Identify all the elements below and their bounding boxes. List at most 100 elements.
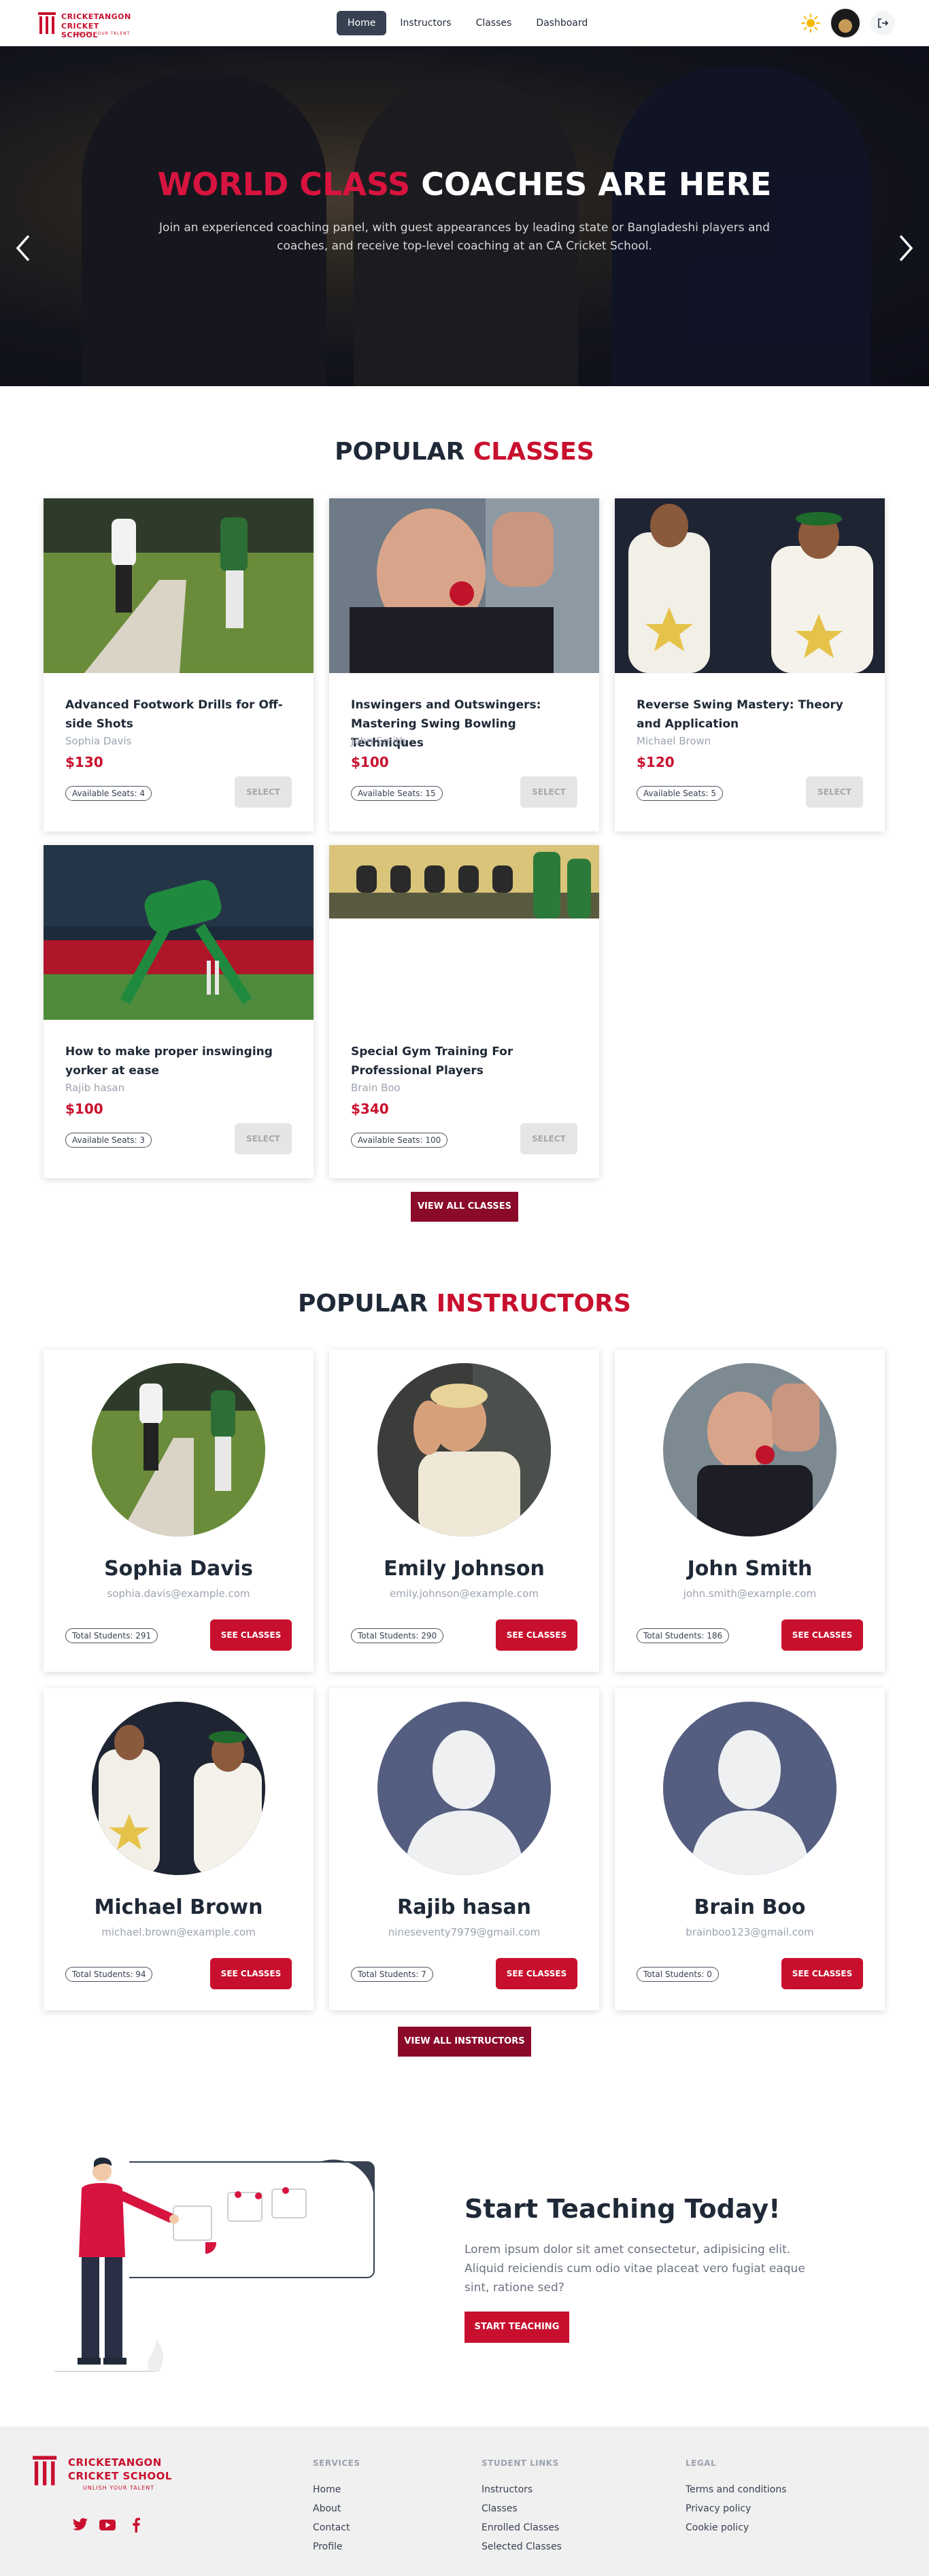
twitter-icon[interactable]: [72, 2518, 88, 2532]
see-classes-button[interactable]: SEE CLASSES: [781, 1958, 863, 1989]
instructor-card: John Smith john.smith@example.com Total …: [615, 1350, 885, 1672]
brand-name-line2: CRICKET SCHOOL: [61, 22, 99, 39]
instructor-card: Sophia Davis sophia.davis@example.com To…: [44, 1350, 314, 1672]
select-class-button[interactable]: SELECT: [520, 776, 577, 808]
chevron-left-icon[interactable]: [12, 233, 34, 263]
instructor-name: Sophia Davis: [104, 1557, 253, 1581]
class-price: $130: [65, 754, 103, 770]
youtube-icon[interactable]: [99, 2518, 116, 2532]
footer-link-home[interactable]: Home: [313, 2480, 360, 2499]
footer-link-about[interactable]: About: [313, 2499, 360, 2518]
teaching-illustration: [54, 2157, 375, 2372]
view-all-instructors-button[interactable]: VIEW ALL INSTRUCTORS: [398, 2027, 531, 2057]
brand-name-line1: CRICKETANGON: [61, 12, 131, 21]
class-card: Reverse Swing Mastery: Theory and Applic…: [615, 498, 885, 831]
class-image: [615, 498, 885, 673]
select-class-button[interactable]: SELECT: [235, 1123, 292, 1154]
instructor-card: Michael Brown michael.brown@example.com …: [44, 1688, 314, 2010]
footer-link-contact[interactable]: Contact: [313, 2518, 360, 2537]
class-instructor: Michael Brown: [637, 735, 711, 747]
brand-tagline: UNLISH YOUR TALENT: [73, 31, 131, 36]
footer-heading: STUDENT LINKS: [482, 2458, 559, 2468]
instructor-email: michael.brown@example.com: [101, 1926, 256, 1938]
footer-brand-logo[interactable]: CRICKETANGON CRICKET SCHOOL UNLISH YOUR …: [27, 2454, 190, 2494]
facebook-icon[interactable]: [128, 2518, 144, 2532]
footer-link-terms[interactable]: Terms and conditions: [686, 2480, 787, 2499]
instructor-card: Brain Boo brainboo123@gmail.com Total St…: [615, 1688, 885, 2010]
logout-button[interactable]: [871, 11, 895, 35]
nav-link-dashboard[interactable]: Dashboard: [525, 11, 598, 35]
footer-link-cookie[interactable]: Cookie policy: [686, 2518, 787, 2537]
class-instructor: John Smith: [351, 735, 407, 747]
footer: CRICKETANGON CRICKET SCHOOL UNLISH YOUR …: [0, 2426, 929, 2576]
logout-icon: [878, 18, 889, 28]
total-students-badge: Total Students: 290: [351, 1628, 444, 1643]
footer-link-selected-classes[interactable]: Selected Classes: [482, 2537, 562, 2556]
hero-title-accent: WORLD CLASS: [157, 166, 411, 203]
class-title: How to make proper inswinging yorker at …: [65, 1045, 273, 1078]
footer-link-classes[interactable]: Classes: [482, 2499, 562, 2518]
footer-brand-line2: CRICKET SCHOOL: [68, 2470, 172, 2482]
class-card: Special Gym Training For Professional Pl…: [329, 845, 599, 1178]
nav-link-classes[interactable]: Classes: [465, 11, 523, 35]
sun-icon[interactable]: [801, 14, 820, 33]
instructor-photo: [663, 1702, 837, 1875]
class-card: Inswingers and Outswingers: Mastering Sw…: [329, 498, 599, 831]
instructor-email: emily.johnson@example.com: [390, 1587, 539, 1600]
chevron-right-icon[interactable]: [895, 233, 917, 263]
instructors-section-title: POPULAR INSTRUCTORS: [298, 1290, 631, 1318]
select-class-button[interactable]: SELECT: [520, 1123, 577, 1154]
select-class-button[interactable]: SELECT: [235, 776, 292, 808]
total-students-badge: Total Students: 0: [637, 1967, 719, 1982]
available-seats-badge: Available Seats: 15: [351, 786, 443, 801]
class-price: $100: [65, 1101, 103, 1117]
class-card: Advanced Footwork Drills for Off-side Sh…: [44, 498, 314, 831]
see-classes-button[interactable]: SEE CLASSES: [496, 1619, 577, 1651]
footer-legal-column: LEGAL Terms and conditions Privacy polic…: [686, 2458, 787, 2537]
class-image: [329, 498, 599, 673]
class-title: Reverse Swing Mastery: Theory and Applic…: [637, 698, 843, 731]
see-classes-button[interactable]: SEE CLASSES: [210, 1619, 292, 1651]
available-seats-badge: Available Seats: 5: [637, 786, 723, 801]
instructor-card: Rajib hasan nineseventy7979@gmail.com To…: [329, 1688, 599, 2010]
class-title: Special Gym Training For Professional Pl…: [351, 1045, 513, 1078]
instructor-email: john.smith@example.com: [683, 1587, 817, 1600]
instructor-photo: [92, 1363, 265, 1536]
nav-link-home[interactable]: Home: [337, 11, 387, 35]
classes-section-title: POPULAR CLASSES: [335, 438, 594, 466]
user-avatar[interactable]: [830, 7, 861, 39]
class-instructor: Brain Boo: [351, 1082, 401, 1094]
nav-actions: [801, 7, 895, 39]
class-image: [329, 845, 599, 918]
available-seats-badge: Available Seats: 100: [351, 1133, 448, 1148]
total-students-badge: Total Students: 186: [637, 1628, 730, 1643]
see-classes-button[interactable]: SEE CLASSES: [781, 1619, 863, 1651]
class-instructor: Rajib hasan: [65, 1082, 125, 1094]
footer-link-instructors[interactable]: Instructors: [482, 2480, 562, 2499]
stumps-logo-icon: [33, 2456, 57, 2486]
hero-title-rest: COACHES ARE HERE: [421, 166, 772, 203]
available-seats-badge: Available Seats: 4: [65, 786, 152, 801]
class-price: $340: [351, 1101, 389, 1117]
hero-title: WORLD CLASS COACHES ARE HERE: [0, 166, 929, 203]
select-class-button[interactable]: SELECT: [806, 776, 863, 808]
class-title: Advanced Footwork Drills for Off-side Sh…: [65, 698, 283, 731]
nav-link-instructors[interactable]: Instructors: [389, 11, 462, 35]
instructor-photo: [663, 1363, 837, 1536]
class-image: [44, 498, 314, 673]
see-classes-button[interactable]: SEE CLASSES: [496, 1958, 577, 1989]
default-avatar-icon: [377, 1702, 551, 1875]
footer-link-enrolled-classes[interactable]: Enrolled Classes: [482, 2518, 562, 2537]
total-students-badge: Total Students: 94: [65, 1967, 153, 1982]
class-price: $120: [637, 754, 675, 770]
footer-link-profile[interactable]: Profile: [313, 2537, 360, 2556]
start-teaching-button[interactable]: START TEACHING: [464, 2312, 569, 2343]
brand-logo[interactable]: CRICKETANGON CRICKET SCHOOL UNLISH YOUR …: [34, 8, 136, 39]
footer-link-privacy[interactable]: Privacy policy: [686, 2499, 787, 2518]
start-teaching-text: Lorem ipsum dolor sit amet consectetur, …: [464, 2243, 805, 2295]
see-classes-button[interactable]: SEE CLASSES: [210, 1958, 292, 1989]
instructor-name: John Smith: [687, 1557, 813, 1581]
view-all-classes-button[interactable]: VIEW ALL CLASSES: [411, 1192, 518, 1222]
footer-services-column: SERVICES Home About Contact Profile: [313, 2458, 360, 2556]
class-instructor: Sophia Davis: [65, 735, 132, 747]
